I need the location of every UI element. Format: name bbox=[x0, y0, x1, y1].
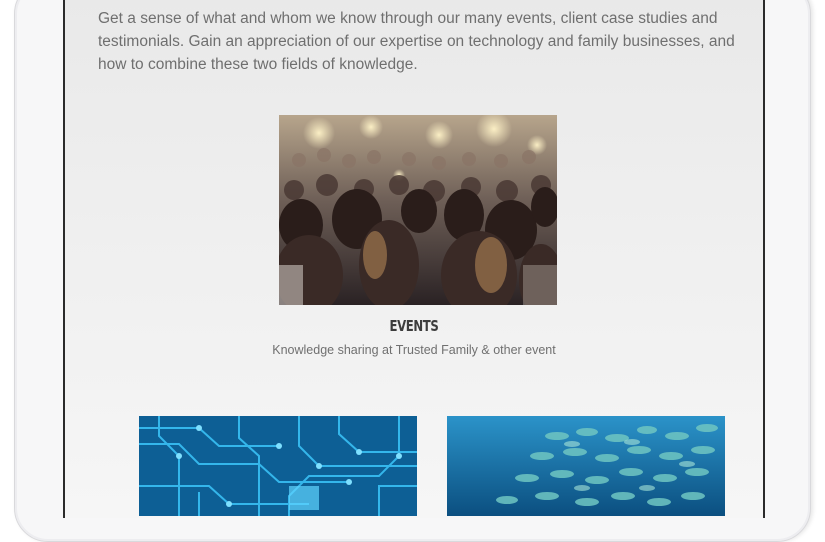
fish-school-image[interactable] bbox=[447, 416, 725, 516]
events-subtitle: Knowledge sharing at Trusted Family & ot… bbox=[272, 343, 556, 357]
circuit-board-image[interactable] bbox=[139, 416, 417, 516]
events-title[interactable]: EVENTS bbox=[142, 317, 686, 335]
tablet-screen: Get a sense of what and whom we know thr… bbox=[63, 0, 765, 518]
events-image[interactable] bbox=[279, 115, 557, 305]
intro-paragraph: Get a sense of what and whom we know thr… bbox=[98, 10, 735, 73]
